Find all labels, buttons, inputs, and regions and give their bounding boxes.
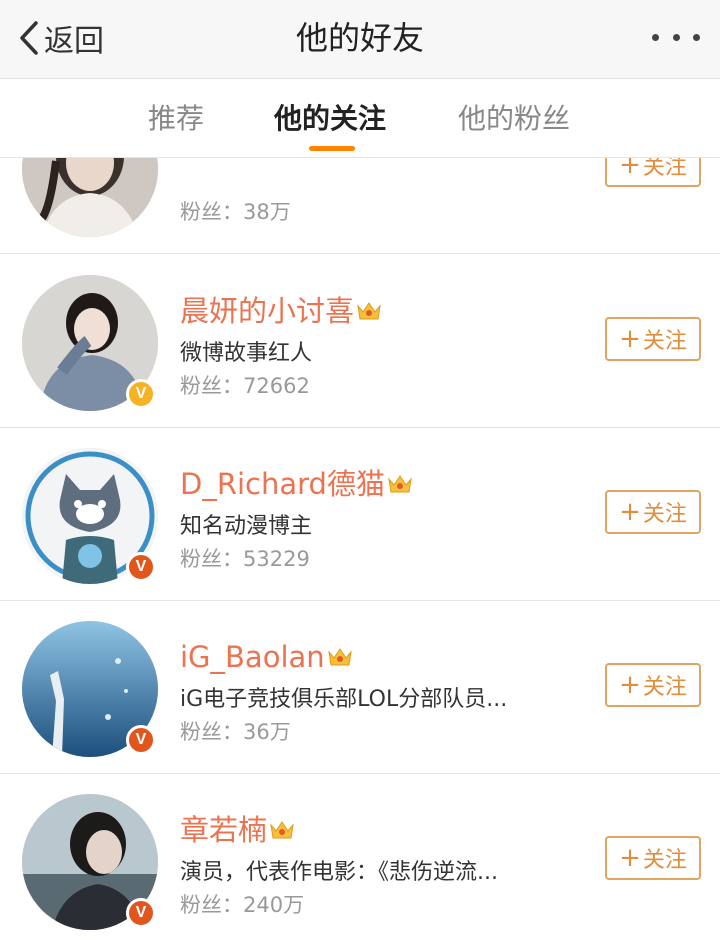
fans-count: 粉丝：72662 xyxy=(180,374,310,398)
avatar[interactable]: V xyxy=(22,275,158,411)
follow-button[interactable]: + 关注 xyxy=(605,317,701,361)
user-description: 微博故事红人 xyxy=(180,341,313,366)
verified-badge-icon: V xyxy=(126,725,156,755)
active-tab-indicator xyxy=(309,146,355,151)
crown-icon xyxy=(327,646,353,668)
avatar[interactable]: V xyxy=(22,794,158,930)
following-list[interactable]: 粉丝：38万 + 关注 V 晨妍的小讨喜 微博故事红人 粉丝：72662 + 关… xyxy=(0,158,720,940)
user-name[interactable]: 晨妍的小讨喜 xyxy=(180,291,382,331)
user-name[interactable]: D_Richard德猫 xyxy=(180,464,413,504)
tab-recommend[interactable]: 推荐 xyxy=(148,99,204,139)
fans-count: 粉丝：36万 xyxy=(180,720,291,744)
user-name[interactable]: iG_Baolan xyxy=(180,637,353,677)
follow-button[interactable]: + 关注 xyxy=(605,490,701,534)
nav-bar: 返回 他的好友 xyxy=(0,0,720,78)
list-item[interactable]: V D_Richard德猫 知名动漫博主 粉丝：53229 + 关注 xyxy=(0,428,720,601)
user-description: 知名动漫博主 xyxy=(180,514,313,539)
follow-button[interactable]: + 关注 xyxy=(605,158,701,187)
fans-count: 粉丝：38万 xyxy=(180,200,291,224)
verified-badge-icon: V xyxy=(126,898,156,928)
follow-button[interactable]: + 关注 xyxy=(605,663,701,707)
avatar[interactable]: V xyxy=(22,621,158,757)
crown-icon xyxy=(269,819,295,841)
avatar[interactable] xyxy=(22,158,158,237)
fans-count: 粉丝：53229 xyxy=(180,547,310,571)
avatar[interactable]: V xyxy=(22,448,158,584)
list-item[interactable]: V 章若楠 演员，代表作电影：《悲伤逆流... 粉丝：240万 + 关注 xyxy=(0,774,720,940)
tab-bar: 推荐 他的关注 他的粉丝 xyxy=(0,78,720,158)
tab-following[interactable]: 他的关注 xyxy=(274,99,386,139)
more-dots-icon[interactable] xyxy=(652,22,700,52)
verified-badge-icon: V xyxy=(126,552,156,582)
list-item[interactable]: V 晨妍的小讨喜 微博故事红人 粉丝：72662 + 关注 xyxy=(0,255,720,428)
list-item[interactable]: 粉丝：38万 + 关注 xyxy=(0,158,720,254)
verified-badge-icon: V xyxy=(126,379,156,409)
fans-count: 粉丝：240万 xyxy=(180,893,305,917)
follow-button[interactable]: + 关注 xyxy=(605,836,701,880)
user-description: 演员，代表作电影：《悲伤逆流... xyxy=(180,860,498,885)
list-item[interactable]: V iG_Baolan iG电子竞技俱乐部LOL分部队员... 粉丝：36万 +… xyxy=(0,601,720,774)
tab-followers[interactable]: 他的粉丝 xyxy=(458,99,570,139)
page-title: 他的好友 xyxy=(295,19,424,57)
user-name[interactable]: 章若楠 xyxy=(180,810,295,850)
crown-icon xyxy=(387,473,413,495)
crown-icon xyxy=(356,300,382,322)
user-description: iG电子竞技俱乐部LOL分部队员... xyxy=(180,687,508,712)
